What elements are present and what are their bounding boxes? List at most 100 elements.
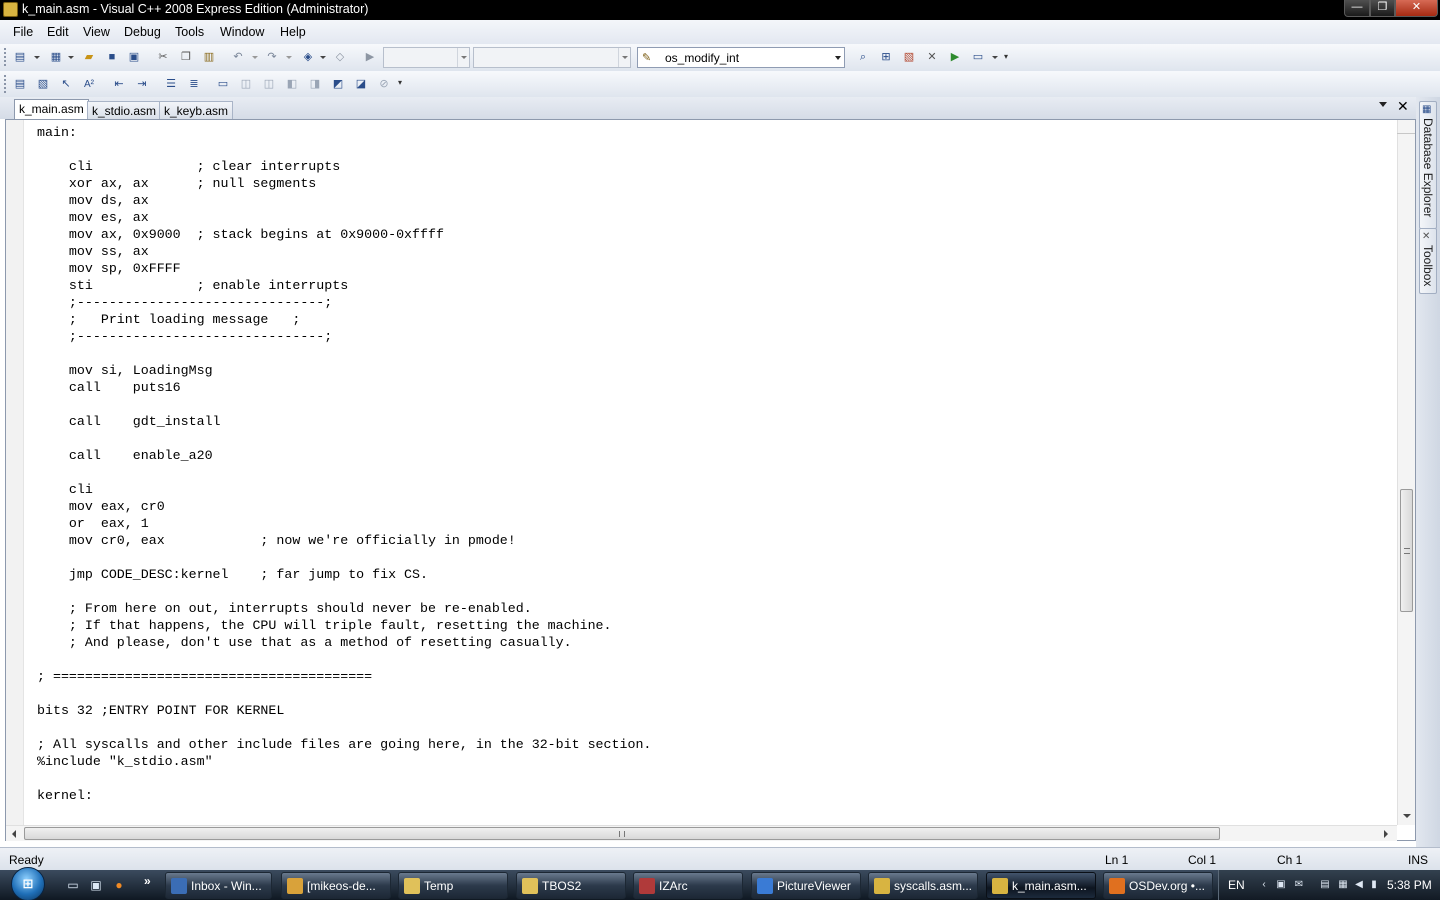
code-line[interactable]: jmp CODE_DESC:kernel ; far jump to fix C… — [37, 566, 1397, 583]
new-project-icon[interactable]: ▤ — [12, 50, 28, 65]
tab-k-main-asm[interactable]: k_main.asm — [14, 99, 89, 119]
clock[interactable]: 5:38 PM — [1387, 878, 1432, 892]
menu-file[interactable]: File — [13, 25, 33, 39]
visual-studio-icon[interactable] — [3, 2, 18, 17]
firefox-icon[interactable]: ● — [111, 877, 127, 893]
toggle-bookmark-icon[interactable]: ▭ — [215, 77, 231, 92]
quick-launch-more-icon[interactable]: » — [144, 874, 151, 888]
minimize-button[interactable]: — — [1344, 0, 1370, 17]
side-tab-database-explorer[interactable]: ▦ Database Explorer — [1419, 101, 1437, 229]
code-line[interactable]: call gdt_install — [37, 413, 1397, 430]
menu-view[interactable]: View — [83, 25, 110, 39]
code-line[interactable] — [37, 141, 1397, 158]
scroll-down-icon[interactable] — [1403, 814, 1411, 818]
new-project-dropdown-icon[interactable] — [34, 56, 40, 59]
code-line[interactable]: call enable_a20 — [37, 447, 1397, 464]
network-icon[interactable]: ▣ — [1274, 878, 1288, 892]
parameter-info-icon[interactable]: ▧ — [35, 77, 51, 92]
vertical-scroll-thumb[interactable] — [1400, 489, 1413, 612]
code-line[interactable]: mov ss, ax — [37, 243, 1397, 260]
code-line[interactable]: mov es, ax — [37, 209, 1397, 226]
monitor-icon[interactable]: ▦ — [1336, 878, 1350, 892]
wifi-icon[interactable]: ▮ — [1367, 878, 1381, 892]
vertical-scrollbar[interactable] — [1397, 120, 1415, 825]
taskbar-button[interactable]: PictureViewer — [751, 872, 861, 899]
start-button[interactable]: ⊞ — [8, 867, 46, 900]
code-line[interactable] — [37, 464, 1397, 481]
code-line[interactable]: sti ; enable interrupts — [37, 277, 1397, 294]
menu-window[interactable]: Window — [220, 25, 264, 39]
code-line[interactable]: mov ax, 0x9000 ; stack begins at 0x9000-… — [37, 226, 1397, 243]
previous-bookmark-folder-icon[interactable]: ◧ — [284, 77, 300, 92]
code-line[interactable]: call puts16 — [37, 379, 1397, 396]
code-line[interactable]: ; From here on out, interrupts should ne… — [37, 600, 1397, 617]
taskbar-button[interactable]: Temp — [398, 872, 508, 899]
maximize-button[interactable]: ❐ — [1370, 0, 1395, 17]
taskbar-button[interactable]: k_main.asm... — [986, 872, 1096, 899]
output-icon[interactable]: ▭ — [970, 50, 986, 65]
menu-tools[interactable]: Tools — [175, 25, 204, 39]
comment-out-icon[interactable]: ☰ — [163, 77, 179, 92]
save-icon[interactable]: ■ — [104, 50, 120, 65]
toolbar-overflow-icon[interactable]: ▾ — [1004, 53, 1012, 66]
clear-bookmarks-icon[interactable]: ⊘ — [376, 77, 392, 92]
navigate-dropdown-icon[interactable] — [320, 56, 326, 59]
code-line[interactable]: mov ds, ax — [37, 192, 1397, 209]
code-line[interactable] — [37, 345, 1397, 362]
toolbox-icon[interactable]: ✕ — [924, 50, 940, 65]
chevron-left-icon[interactable]: ‹ — [1257, 878, 1271, 892]
taskbar-button[interactable]: IZArc — [633, 872, 743, 899]
start-debug-icon[interactable]: ▶ — [362, 50, 378, 65]
quick-info-icon[interactable]: ↖ — [58, 77, 74, 92]
code-line[interactable] — [37, 719, 1397, 736]
navigate-backward-icon[interactable]: ◈ — [300, 50, 316, 65]
navigate-forward-icon[interactable]: ◇ — [332, 50, 348, 65]
redo-dropdown-icon[interactable] — [286, 56, 292, 59]
taskbar-button[interactable]: OSDev.org •... — [1103, 872, 1213, 899]
horizontal-scroll-thumb[interactable] — [24, 827, 1220, 840]
split-handle[interactable] — [1397, 120, 1415, 134]
show-desktop-icon[interactable]: ▭ — [65, 877, 81, 893]
active-files-dropdown-icon[interactable] — [1379, 102, 1387, 107]
member-list-icon[interactable]: ▤ — [12, 77, 28, 92]
language-indicator[interactable]: EN — [1228, 878, 1245, 892]
side-tab-toolbox[interactable]: ✕ Toolbox — [1419, 228, 1437, 294]
editor-gutter[interactable] — [6, 120, 24, 825]
code-line[interactable]: xor ax, ax ; null segments — [37, 175, 1397, 192]
chevron-down-icon[interactable] — [832, 48, 844, 67]
taskbar-button[interactable]: Inbox - Win... — [165, 872, 272, 899]
code-line[interactable] — [37, 651, 1397, 668]
solution-explorer-icon[interactable]: ⊞ — [878, 50, 894, 65]
code-line[interactable] — [37, 549, 1397, 566]
menu-help[interactable]: Help — [280, 25, 306, 39]
code-line[interactable]: ;-------------------------------; — [37, 294, 1397, 311]
toolbar-grip[interactable] — [4, 75, 7, 93]
code-editor[interactable]: main: cli ; clear interrupts xor ax, ax … — [5, 119, 1416, 841]
solution-config-combo[interactable] — [383, 47, 470, 68]
volume-icon[interactable]: ◀ — [1352, 878, 1366, 892]
properties-icon[interactable]: ▧ — [901, 50, 917, 65]
redo-icon[interactable]: ↷ — [264, 50, 280, 65]
copy-icon[interactable]: ❐ — [178, 50, 194, 65]
cut-icon[interactable]: ✂ — [155, 50, 171, 65]
next-bookmark-document-icon[interactable]: ◪ — [353, 77, 369, 92]
code-text[interactable]: main: cli ; clear interrupts xor ax, ax … — [37, 124, 1397, 822]
code-line[interactable]: ;-------------------------------; — [37, 328, 1397, 345]
code-line[interactable]: mov sp, 0xFFFF — [37, 260, 1397, 277]
increase-indent-icon[interactable]: ⇥ — [134, 77, 150, 92]
open-file-icon[interactable]: ▰ — [81, 50, 97, 65]
switch-windows-icon[interactable]: ▣ — [88, 877, 104, 893]
code-line[interactable]: %include "k_stdio.asm" — [37, 753, 1397, 770]
uncomment-icon[interactable]: ≣ — [186, 77, 202, 92]
code-line[interactable]: cli — [37, 481, 1397, 498]
paste-icon[interactable]: ▥ — [201, 50, 217, 65]
code-line[interactable]: ; And please, don't use that as a method… — [37, 634, 1397, 651]
next-bookmark-folder-icon[interactable]: ◨ — [307, 77, 323, 92]
chevron-down-icon[interactable] — [457, 48, 469, 67]
scroll-left-icon[interactable] — [12, 830, 16, 838]
code-line[interactable]: ; Print loading message ; — [37, 311, 1397, 328]
code-line[interactable]: mov cr0, eax ; now we're officially in p… — [37, 532, 1397, 549]
close-button[interactable]: ✕ — [1395, 0, 1438, 17]
complete-word-icon[interactable]: A² — [81, 77, 97, 92]
chevron-down-icon[interactable] — [618, 48, 630, 67]
